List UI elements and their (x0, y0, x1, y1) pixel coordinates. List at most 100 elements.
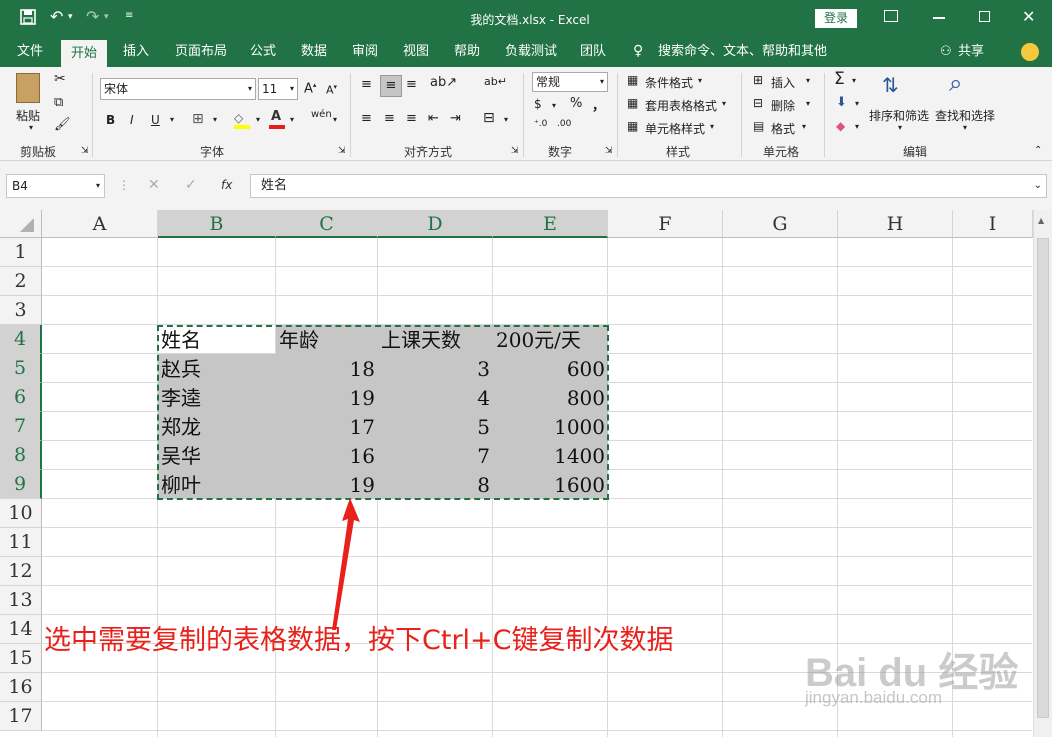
col-header-f[interactable]: F (608, 210, 723, 238)
format-cells-dropdown-icon[interactable]: ▾ (802, 122, 806, 131)
tab-page-layout[interactable]: 页面布局 (175, 38, 227, 67)
select-all-button[interactable] (0, 210, 42, 238)
autosum-dropdown-icon[interactable]: ▾ (852, 76, 856, 85)
tell-me-search[interactable]: 搜索命令、文本、帮助和其他 (658, 38, 827, 67)
tab-insert[interactable]: 插入 (123, 38, 149, 67)
redo-icon[interactable]: ↷ (86, 7, 99, 26)
autosum-icon[interactable]: Σ (834, 69, 845, 89)
worksheet-grid[interactable]: A B C D E F G H I ▲ 1 2 3 4 5 6 7 8 9 10 11 12 13 14 1… (0, 210, 1052, 737)
enter-icon[interactable]: ✓ (185, 177, 197, 193)
cell-style-dropdown-icon[interactable]: ▾ (710, 122, 714, 131)
cancel-icon[interactable]: ✕ (148, 177, 160, 193)
share-button[interactable]: 共享 (958, 38, 984, 67)
clear-dropdown-icon[interactable]: ▾ (855, 122, 859, 131)
col-header-a[interactable]: A (42, 210, 158, 238)
save-icon[interactable] (20, 9, 36, 29)
delete-cells-dropdown-icon[interactable]: ▾ (806, 99, 810, 108)
format-cells-button[interactable]: 格式 (771, 120, 795, 137)
increase-font-icon[interactable]: A▴ (304, 81, 316, 96)
merge-center-icon[interactable]: ⊟ (483, 110, 495, 126)
row-header[interactable]: 13 (0, 586, 42, 615)
font-name-select[interactable]: 宋体 ▾ (100, 78, 256, 100)
fill-down-icon[interactable]: ⬇ (836, 95, 847, 110)
align-middle-icon[interactable]: ≡ (380, 75, 402, 97)
scrollbar-thumb[interactable] (1037, 238, 1049, 718)
restore-window-icon[interactable] (884, 10, 898, 22)
clipboard-launcher-icon[interactable]: ⇲ (81, 146, 89, 156)
row-header[interactable]: 1 (0, 238, 42, 267)
cut-icon[interactable]: ✂ (54, 71, 66, 87)
insert-cells-icon[interactable]: ⊞ (753, 73, 763, 87)
insert-function-button[interactable]: fx (221, 178, 232, 192)
row-header[interactable]: 3 (0, 296, 42, 325)
comma-style-button[interactable]: ， (592, 95, 605, 114)
delete-cells-icon[interactable]: ⊟ (753, 96, 763, 110)
fill-color-dropdown-icon[interactable]: ▾ (256, 115, 260, 124)
sort-filter-dropdown-icon[interactable]: ▾ (898, 123, 902, 132)
row-header[interactable]: 9 (0, 470, 42, 499)
font-color-dropdown-icon[interactable]: ▾ (290, 115, 294, 124)
currency-dropdown-icon[interactable]: ▾ (552, 101, 556, 110)
cell-style-button[interactable]: 单元格样式 (645, 120, 705, 137)
col-header-d[interactable]: D (378, 210, 493, 238)
increase-decimal-icon[interactable]: ⁺.0 (534, 119, 547, 129)
col-header-g[interactable]: G (723, 210, 838, 238)
row-header[interactable]: 11 (0, 528, 42, 557)
vertical-scrollbar[interactable]: ▲ (1033, 210, 1052, 737)
paste-button[interactable]: 粘贴 (16, 107, 40, 124)
table-format-dropdown-icon[interactable]: ▾ (722, 99, 726, 108)
alignment-launcher-icon[interactable]: ⇲ (511, 146, 519, 156)
insert-cells-button[interactable]: 插入 (771, 74, 795, 91)
wrap-text-icon[interactable]: ab↵ (484, 75, 507, 88)
decrease-indent-icon[interactable]: ⇤ (428, 111, 439, 126)
table-format-button[interactable]: 套用表格格式 (645, 97, 717, 114)
percent-button[interactable]: % (570, 96, 582, 111)
sort-filter-button[interactable]: 排序和筛选 (869, 107, 929, 124)
decrease-decimal-icon[interactable]: .00 (557, 119, 571, 129)
align-top-icon[interactable]: ≡ (361, 77, 372, 92)
font-color-icon[interactable]: A (269, 109, 285, 129)
minimize-icon[interactable] (933, 17, 945, 19)
underline-button[interactable]: U (151, 113, 160, 127)
find-select-icon[interactable]: ⌕ (949, 69, 962, 97)
merge-dropdown-icon[interactable]: ▾ (504, 115, 508, 124)
redo-dropdown-icon[interactable]: ▾ (104, 12, 109, 22)
collapse-ribbon-icon[interactable]: ⌃ (1034, 145, 1042, 156)
row-header[interactable]: 16 (0, 673, 42, 702)
borders-icon[interactable]: ⊞ (192, 111, 204, 127)
login-button[interactable]: 登录 (815, 9, 857, 28)
orientation-icon[interactable]: ab↗ (430, 75, 457, 90)
maximize-icon[interactable] (979, 11, 990, 22)
sort-filter-icon[interactable]: ⇅ (882, 73, 899, 97)
row-header[interactable]: 10 (0, 499, 42, 528)
format-painter-icon[interactable]: 🖌 (54, 117, 71, 132)
align-left-icon[interactable]: ≡ (361, 111, 372, 126)
row-header[interactable]: 6 (0, 383, 42, 412)
row-header[interactable]: 8 (0, 441, 42, 470)
format-cells-icon[interactable]: ▤ (753, 119, 764, 133)
paste-icon[interactable] (16, 73, 40, 103)
delete-cells-button[interactable]: 删除 (771, 97, 795, 114)
number-launcher-icon[interactable]: ⇲ (605, 146, 613, 156)
currency-icon[interactable]: $ (534, 97, 542, 111)
align-bottom-icon[interactable]: ≡ (406, 77, 417, 92)
decrease-font-icon[interactable]: A▾ (326, 83, 337, 97)
undo-icon[interactable]: ↶ (50, 7, 63, 26)
undo-dropdown-icon[interactable]: ▾ (68, 12, 73, 22)
tab-team[interactable]: 团队 (580, 38, 606, 67)
customize-icon[interactable]: ≡ (125, 10, 133, 21)
smiley-icon[interactable] (1021, 43, 1039, 61)
insert-cells-dropdown-icon[interactable]: ▾ (806, 76, 810, 85)
tab-file[interactable]: 文件 (17, 38, 43, 67)
col-header-b[interactable]: B (158, 210, 276, 238)
col-header-e[interactable]: E (493, 210, 608, 238)
row-header[interactable]: 17 (0, 702, 42, 731)
cell-style-icon[interactable]: ▦ (627, 119, 638, 133)
find-select-dropdown-icon[interactable]: ▾ (963, 123, 967, 132)
row-header[interactable]: 4 (0, 325, 42, 354)
tab-data[interactable]: 数据 (301, 38, 327, 67)
tab-load-test[interactable]: 负载测试 (505, 38, 557, 67)
clear-icon[interactable]: ◆ (836, 119, 845, 133)
share-icon[interactable]: ⚇ (940, 38, 952, 67)
conditional-format-icon[interactable]: ▦ (627, 73, 638, 87)
